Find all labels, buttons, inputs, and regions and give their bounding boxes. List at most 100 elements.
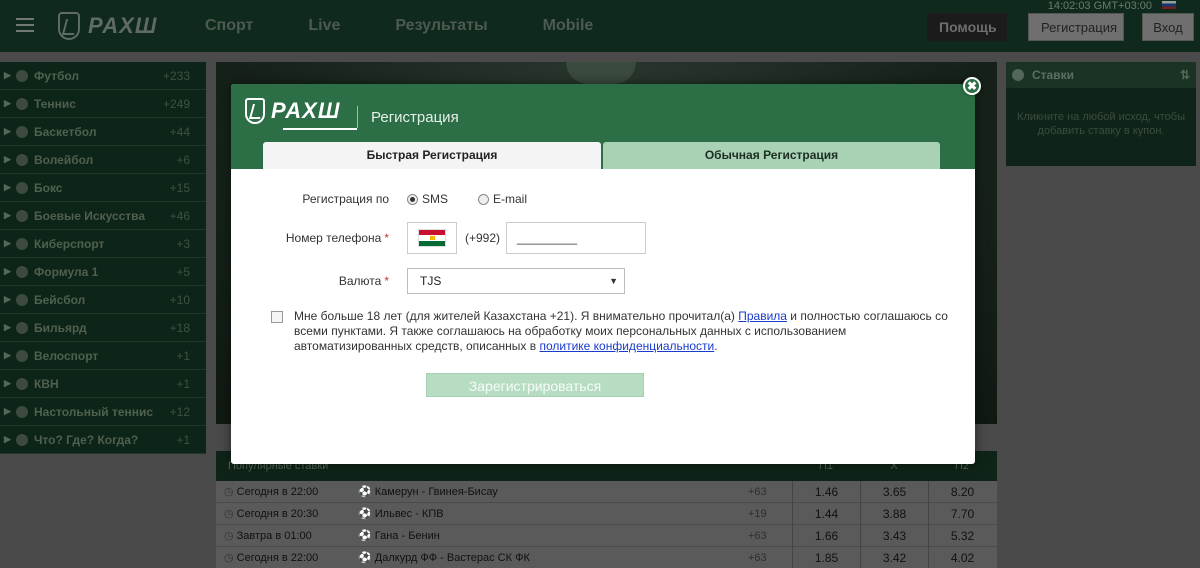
submit-register-button[interactable]: Зарегистрироваться: [426, 373, 644, 397]
chevron-right-icon: ▶: [4, 98, 11, 108]
radio-email[interactable]: E-mail: [478, 192, 527, 206]
country-select[interactable]: [407, 222, 457, 254]
register-button[interactable]: Регистрация: [1028, 13, 1124, 41]
odd-p1[interactable]: 1.66: [792, 524, 860, 547]
sport-icon: [16, 209, 28, 222]
chevron-right-icon: ▶: [4, 70, 11, 80]
sport-icon: [16, 153, 28, 166]
currency-select[interactable]: TJS ▼: [407, 268, 625, 294]
sidebar-item-label: Формула 1: [34, 264, 99, 279]
odd-x[interactable]: 3.65: [860, 480, 928, 503]
site-logo[interactable]: РАХШ: [58, 12, 157, 40]
language-flag-icon[interactable]: [1162, 1, 1176, 9]
chevron-right-icon: ▶: [4, 350, 11, 360]
sidebar-item[interactable]: ▶ Киберспорт +3: [0, 230, 206, 258]
event-match[interactable]: Ильвес - КПВ: [358, 507, 748, 520]
sidebar-item[interactable]: ▶ Баскетбол +44: [0, 118, 206, 146]
sidebar-item-count: +46: [169, 208, 190, 223]
tab-quick-registration[interactable]: Быстрая Регистрация: [263, 142, 601, 169]
sidebar-item[interactable]: ▶ Настольный теннис +12: [0, 398, 206, 426]
radio-unchecked-icon[interactable]: [478, 193, 490, 205]
chevron-right-icon: ▶: [4, 154, 11, 164]
privacy-policy-link[interactable]: политике конфиденциальности: [539, 339, 714, 353]
table-row[interactable]: Сегодня в 22:00Камерун - Гвинея-Бисау+63…: [216, 480, 997, 503]
odd-x[interactable]: 3.42: [860, 546, 928, 568]
sidebar-item-label: Киберспорт: [34, 236, 105, 251]
chevron-right-icon: ▶: [4, 182, 11, 192]
agreement: Мне больше 18 лет (для жителей Казахстан…: [271, 309, 951, 354]
sidebar-item[interactable]: ▶ Футбол +233: [0, 62, 206, 90]
table-row[interactable]: Сегодня в 20:30Ильвес - КПВ+191.443.887.…: [216, 502, 997, 525]
top-bar: РАХШ Спорт Live Результаты Mobile 14:02:…: [0, 0, 1200, 52]
sidebar-item[interactable]: ▶ КВН +1: [0, 370, 206, 398]
sidebar-item-label: Футбол: [34, 68, 80, 83]
nav-live[interactable]: Live: [308, 17, 340, 35]
chevron-right-icon: ▶: [4, 238, 11, 248]
sidebar-item-label: Бокс: [34, 180, 63, 195]
sidebar-item[interactable]: ▶ Бильярд +18: [0, 314, 206, 342]
sidebar-item-label: Бильярд: [34, 320, 87, 335]
event-more[interactable]: +63: [748, 552, 792, 564]
sidebar-item-count: +3: [176, 236, 190, 251]
chevron-right-icon: ▶: [4, 378, 11, 388]
odd-p2[interactable]: 5.32: [928, 524, 996, 547]
event-match[interactable]: Камерун - Гвинея-Бисау: [358, 485, 748, 498]
sidebar-item-label: Теннис: [34, 96, 76, 111]
sport-icon: [16, 97, 28, 110]
login-button[interactable]: Вход: [1142, 13, 1194, 41]
event-more[interactable]: +63: [748, 486, 792, 498]
sidebar-item[interactable]: ▶ Бокс +15: [0, 174, 206, 202]
sidebar-item-count: +44: [169, 124, 190, 139]
event-time: Завтра в 01:00: [216, 529, 358, 542]
rules-link[interactable]: Правила: [738, 309, 787, 323]
sidebar-item-label: Велоспорт: [34, 348, 99, 363]
sport-icon: [16, 433, 28, 446]
chevron-right-icon: ▶: [4, 210, 11, 220]
main-nav: Спорт Live Результаты Mobile: [205, 17, 593, 35]
bet-slip-panel: Ставки ⇅ Кликните на любой исход, чтобы …: [1006, 62, 1196, 166]
gear-icon[interactable]: [1012, 69, 1024, 81]
nav-sport[interactable]: Спорт: [205, 17, 253, 35]
sidebar-item[interactable]: ▶ Формула 1 +5: [0, 258, 206, 286]
odd-p1[interactable]: 1.85: [792, 546, 860, 568]
chevron-right-icon: ▶: [4, 126, 11, 136]
odd-p1[interactable]: 1.46: [792, 480, 860, 503]
modal-title: Регистрация: [371, 109, 459, 126]
sidebar-item-label: Боевые Искусства: [34, 208, 146, 223]
table-row[interactable]: Сегодня в 22:00Далкурд ФФ - Вастерас СК …: [216, 546, 997, 568]
sidebar-item[interactable]: ▶ Теннис +249: [0, 90, 206, 118]
tab-normal-registration[interactable]: Обычная Регистрация: [603, 142, 940, 169]
sidebar-item[interactable]: ▶ Боевые Искусства +46: [0, 202, 206, 230]
sports-sidebar: ▶ Футбол +233 ▶ Теннис +249 ▶ Баскетбол +44 ▶ Воле…: [0, 62, 206, 454]
sidebar-item[interactable]: ▶ Бейсбол +10: [0, 286, 206, 314]
odd-p2[interactable]: 7.70: [928, 502, 996, 525]
agreement-checkbox[interactable]: [271, 311, 283, 323]
sidebar-item[interactable]: ▶ Велоспорт +1: [0, 342, 206, 370]
menu-icon[interactable]: [16, 18, 34, 32]
event-more[interactable]: +19: [748, 508, 792, 520]
odd-p2[interactable]: 4.02: [928, 546, 996, 568]
sidebar-item-count: +5: [176, 264, 190, 279]
sort-icon[interactable]: ⇅: [1180, 68, 1190, 82]
odd-p2[interactable]: 8.20: [928, 480, 996, 503]
event-more[interactable]: +63: [748, 530, 792, 542]
agreement-text: Мне больше 18 лет (для жителей Казахстан…: [294, 309, 948, 353]
radio-checked-icon[interactable]: [407, 193, 418, 205]
odd-x[interactable]: 3.43: [860, 524, 928, 547]
odd-x[interactable]: 3.88: [860, 502, 928, 525]
modal-logo: РАХШ: [245, 98, 357, 130]
help-button[interactable]: Помощь: [927, 13, 1007, 41]
table-row[interactable]: Завтра в 01:00Гана - Бенин+631.663.435.3…: [216, 524, 997, 547]
phone-label: Номер телефона *: [285, 231, 389, 245]
phone-input[interactable]: _________: [506, 222, 647, 254]
nav-results[interactable]: Результаты: [395, 17, 487, 35]
event-match[interactable]: Гана - Бенин: [358, 529, 748, 542]
sidebar-item[interactable]: ▶ Волейбол +6: [0, 146, 206, 174]
radio-sms[interactable]: SMS: [407, 192, 448, 206]
nav-mobile[interactable]: Mobile: [543, 17, 594, 35]
odd-p1[interactable]: 1.44: [792, 502, 860, 525]
close-icon[interactable]: ✖: [963, 77, 981, 95]
event-match[interactable]: Далкурд ФФ - Вастерас СК ФК: [358, 551, 748, 564]
sidebar-item[interactable]: ▶ Что? Где? Когда? +1: [0, 426, 206, 454]
caret-down-icon: ▼: [609, 276, 618, 286]
